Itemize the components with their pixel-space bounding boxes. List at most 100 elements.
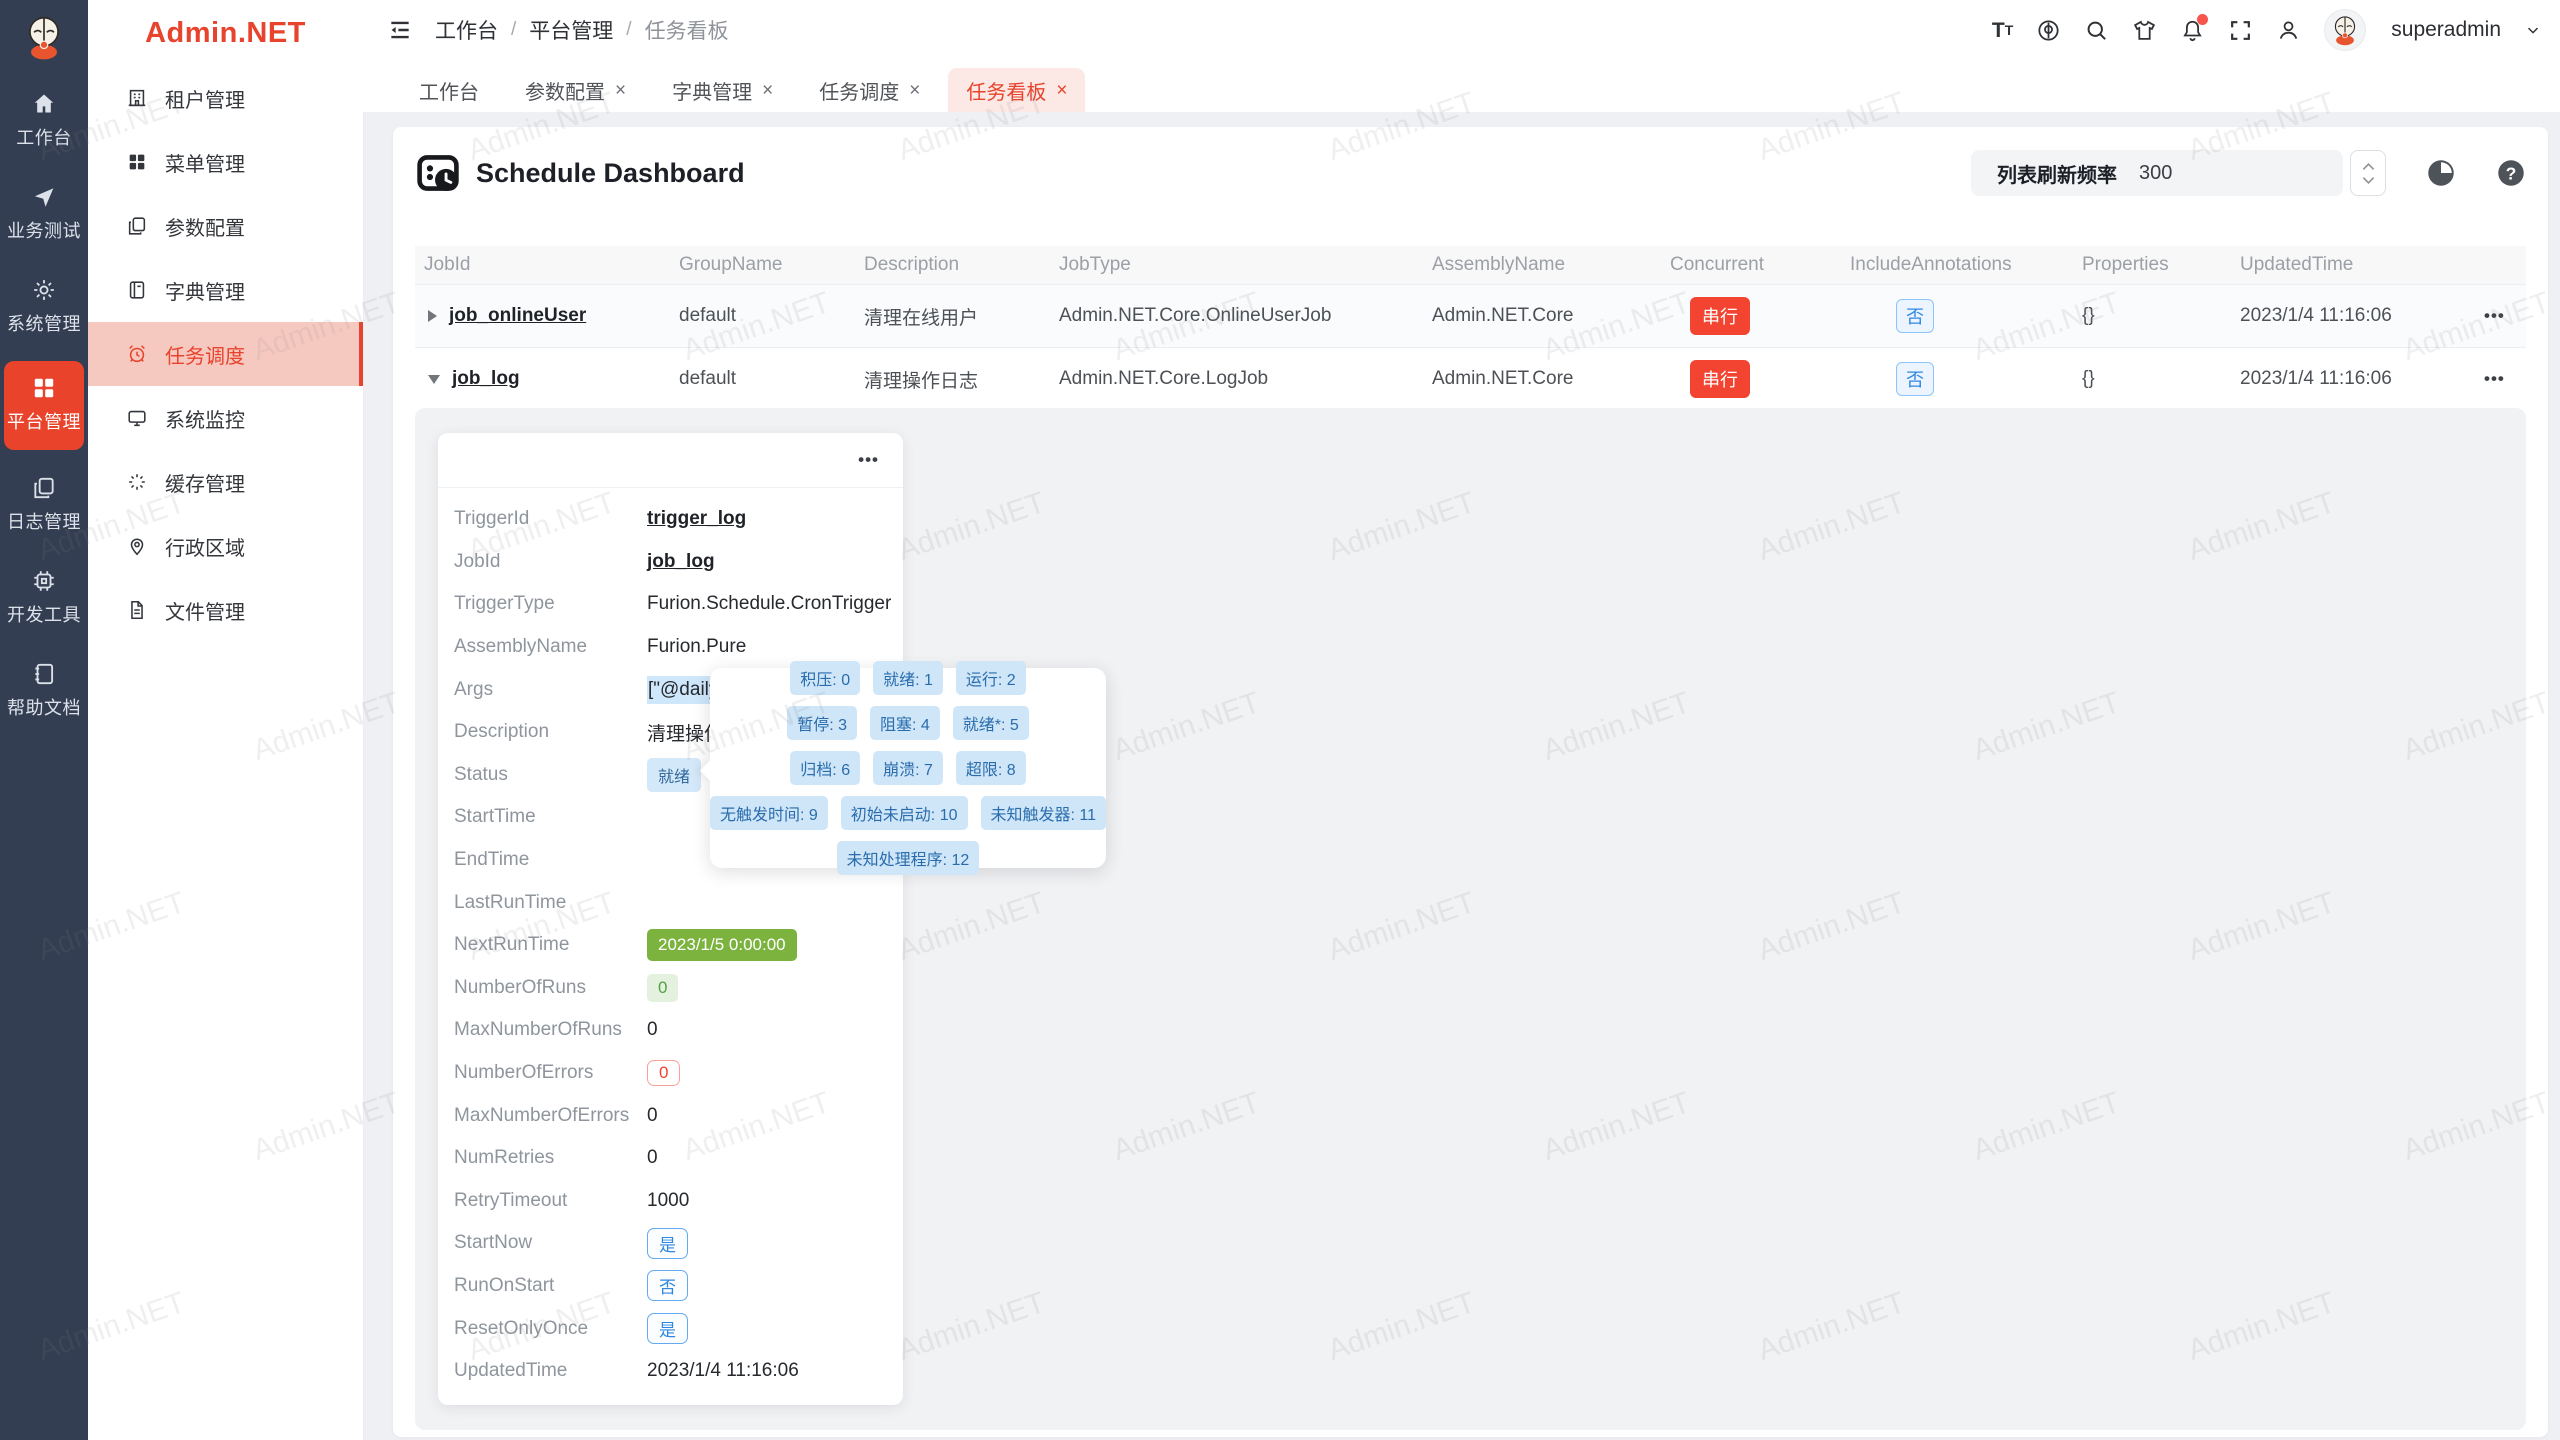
sidebar-item-4[interactable]: 任务调度	[88, 322, 363, 386]
detail-value: 0	[647, 1019, 658, 1041]
column-header: IncludeAnnotations	[1850, 254, 2082, 276]
rail-item-1[interactable]: 业务测试	[4, 175, 84, 254]
detail-row: JobIdjob_log	[454, 541, 903, 584]
detail-value: 0	[647, 974, 678, 1002]
breadcrumb-separator: /	[511, 19, 516, 41]
detail-more-actions-button[interactable]: •••	[858, 450, 879, 470]
notebook-icon	[4, 661, 84, 687]
tab-close-icon[interactable]: ×	[909, 81, 920, 100]
app-logo[interactable]	[0, 0, 88, 74]
tab-close-icon[interactable]: ×	[1056, 81, 1067, 100]
refresh-rate-input[interactable]: 列表刷新频率 300	[1971, 150, 2343, 196]
collapse-sidebar-icon[interactable]	[387, 17, 413, 43]
tab-0[interactable]: 工作台	[401, 68, 497, 112]
assemblyname-cell: Admin.NET.Core	[1432, 305, 1670, 327]
jobid-cell: job_onlineUser	[415, 305, 679, 327]
detail-value[interactable]: job_log	[647, 551, 715, 573]
include-annotations-cell: 否	[1850, 362, 2082, 396]
username-label[interactable]: superadmin	[2391, 18, 2501, 42]
fullscreen-icon[interactable]	[2228, 18, 2253, 43]
tab-3[interactable]: 任务调度×	[801, 68, 938, 112]
sidebar-item-label: 参数配置	[165, 212, 245, 241]
alarm-clock-icon	[126, 343, 148, 365]
tab-2[interactable]: 字典管理 ×	[654, 68, 791, 112]
sidebar-item-2[interactable]: 参数配置	[88, 194, 363, 258]
rail-item-6[interactable]: 帮助文档	[4, 652, 84, 731]
language-icon[interactable]	[2036, 18, 2061, 43]
detail-value: 0	[647, 1147, 658, 1169]
detail-row: NextRunTime2023/1/5 0:00:00	[454, 924, 903, 967]
sidebar-item-3[interactable]: 字典管理	[88, 258, 363, 322]
table-row: job_onlineUserdefault清理在线用户Admin.NET.Cor…	[415, 284, 2526, 347]
chevron-down-icon[interactable]	[2524, 21, 2542, 39]
trigger-detail-panel: ••• TriggerIdtrigger_logJobIdjob_logTrig…	[438, 433, 903, 1405]
sidebar-item-5[interactable]: 系统监控	[88, 386, 363, 450]
include-annotations-tag: 否	[1896, 362, 1934, 396]
sidebar-item-7[interactable]: 行政区域	[88, 514, 363, 578]
detail-panel-header: •••	[438, 433, 903, 488]
detail-row: NumberOfErrors0	[454, 1052, 903, 1095]
table-row: job_logdefault清理操作日志Admin.NET.Core.LogJo…	[415, 347, 2526, 410]
rail-item-label: 业务测试	[4, 217, 84, 243]
rail-item-0[interactable]: 工作台	[4, 82, 84, 161]
properties-cell: {}	[2082, 305, 2240, 327]
detail-row: NumRetries0	[454, 1137, 903, 1180]
building-icon	[126, 87, 148, 109]
detail-row: MaxNumberOfErrors0	[454, 1094, 903, 1137]
breadcrumb: 工作台 / 平台管理 / 任务看板	[435, 15, 729, 45]
notification-bell-icon[interactable]	[2180, 18, 2205, 43]
jobid-link[interactable]: job_onlineUser	[449, 305, 586, 327]
collapse-row-arrow[interactable]	[428, 375, 440, 384]
tooltip-badge-row: 暂停: 3阻塞: 4就绪*: 5	[716, 706, 1100, 740]
search-icon[interactable]	[2084, 18, 2109, 43]
sidebar-item-0[interactable]: 租户管理	[88, 66, 363, 130]
sidebar-item-6[interactable]: 缓存管理	[88, 450, 363, 514]
assemblyname-cell: Admin.NET.Core	[1432, 368, 1670, 390]
detail-row: LastRunTime	[454, 881, 903, 924]
row-actions-button[interactable]: •••	[2470, 369, 2526, 389]
monk-logo-icon	[19, 12, 69, 62]
updatedtime-cell: 2023/1/4 11:16:06	[2240, 305, 2470, 327]
top-header: 工作台 / 平台管理 / 任务看板 TT	[363, 0, 2560, 60]
tab-bar: 工作台参数配置×字典管理×任务调度×任务看板×	[363, 60, 2560, 113]
detail-label: MaxNumberOfRuns	[454, 1019, 647, 1041]
grid-icon	[4, 375, 84, 401]
detail-value: 否	[647, 1270, 688, 1301]
status-badge: 崩溃: 7	[873, 751, 943, 785]
status-badge: 阻塞: 4	[870, 706, 940, 740]
stepper-up-icon[interactable]	[2362, 162, 2375, 171]
stepper-down-icon[interactable]	[2362, 176, 2375, 185]
rail-item-3[interactable]: 平台管理	[4, 361, 84, 450]
theme-shirt-icon[interactable]	[2132, 18, 2157, 43]
detail-row: StartNow是	[454, 1222, 903, 1265]
help-icon[interactable]: ?	[2496, 158, 2526, 188]
profile-person-icon[interactable]	[2276, 18, 2301, 43]
tab-label: 字典管理	[672, 76, 752, 105]
status-legend-tooltip: 积压: 0就绪: 1运行: 2暂停: 3阻塞: 4就绪*: 5归档: 6崩溃: …	[710, 668, 1106, 868]
detail-row: RetryTimeout1000	[454, 1180, 903, 1223]
sidebar-item-label: 租户管理	[165, 84, 245, 113]
tab-1[interactable]: 参数配置×	[507, 68, 644, 112]
sidebar-item-1[interactable]: 菜单管理	[88, 130, 363, 194]
font-size-icon[interactable]: TT	[1992, 20, 2013, 41]
expand-row-arrow[interactable]	[428, 310, 437, 322]
refresh-rate-control: 列表刷新频率 300 ?	[1971, 150, 2526, 196]
detail-value: 1000	[647, 1190, 689, 1212]
tab-label: 任务看板	[966, 76, 1046, 105]
breadcrumb-item-platform[interactable]: 平台管理	[529, 15, 613, 45]
sidebar-item-8[interactable]: 文件管理	[88, 578, 363, 642]
tab-close-icon[interactable]: ×	[615, 81, 626, 100]
timer-pie-icon[interactable]	[2426, 158, 2456, 188]
jobid-link[interactable]: job_log	[452, 368, 520, 390]
user-avatar[interactable]	[2324, 9, 2366, 51]
row-actions-button[interactable]: •••	[2470, 306, 2526, 326]
detail-value[interactable]: trigger_log	[647, 508, 746, 530]
rail-item-5[interactable]: 开发工具	[4, 559, 84, 638]
detail-label: EndTime	[454, 849, 647, 871]
breadcrumb-item-workbench[interactable]: 工作台	[435, 15, 498, 45]
rail-item-2[interactable]: 系统管理	[4, 268, 84, 347]
rail-item-4[interactable]: 日志管理	[4, 466, 84, 545]
monitor-icon	[126, 407, 148, 429]
tab-close-icon[interactable]: ×	[762, 81, 773, 100]
tab-4[interactable]: 任务看板 ×	[948, 68, 1085, 112]
